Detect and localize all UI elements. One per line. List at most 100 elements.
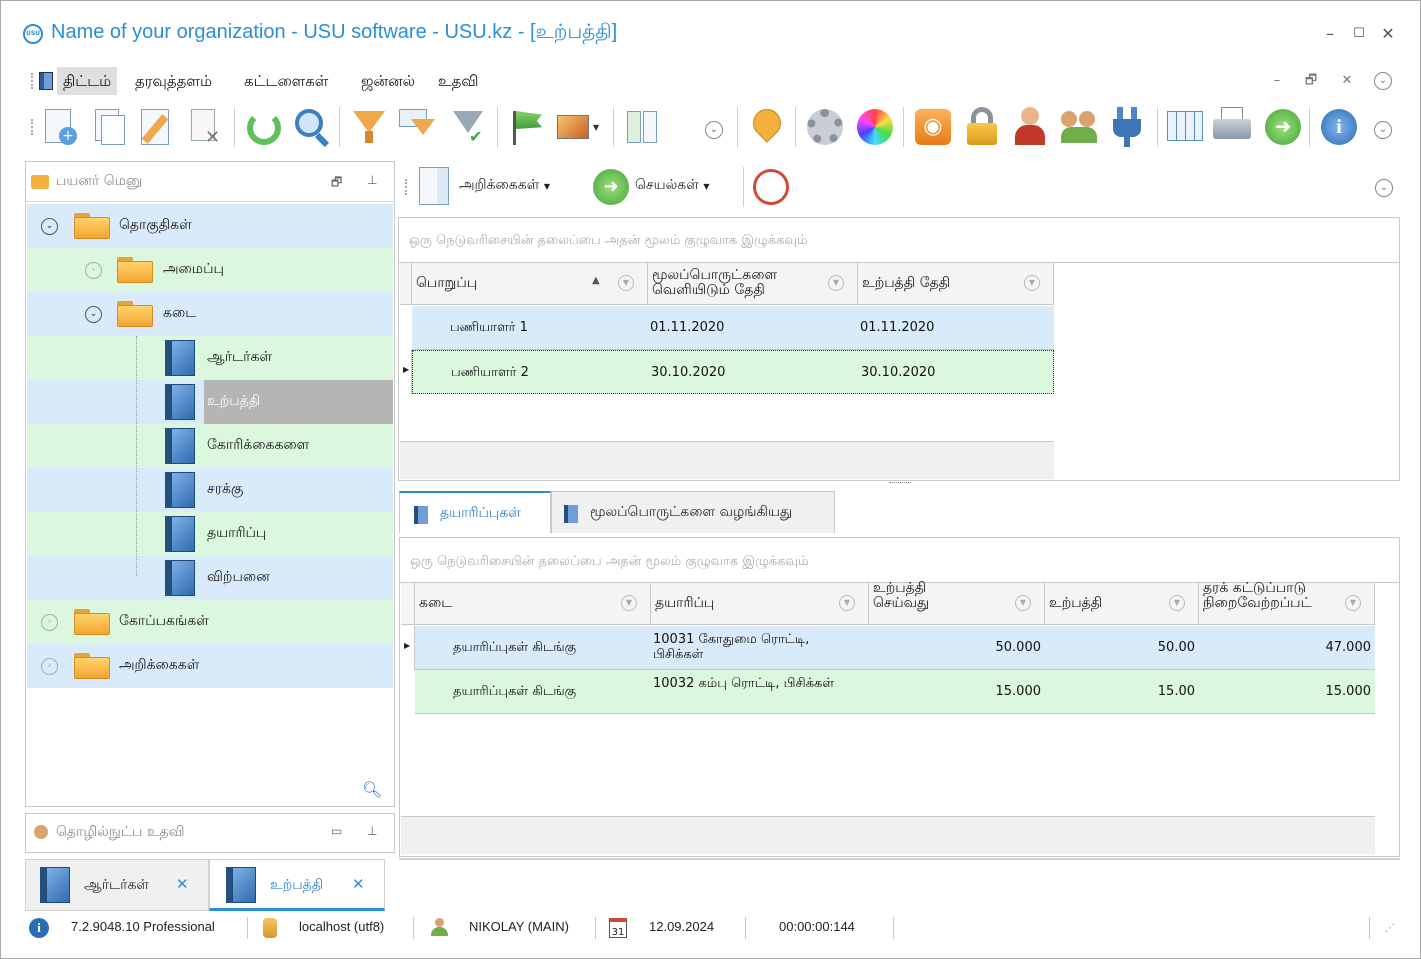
minimize-button[interactable]: – <box>1319 23 1341 45</box>
column-header-quality-control[interactable]: தரக் கட்டுப்பாடு நிறைவேற்றப்பட் ▼ <box>1199 581 1375 625</box>
add-record-button[interactable]: + <box>39 105 85 151</box>
filter-by-cell-button[interactable] <box>397 105 443 151</box>
filter-icon[interactable]: ▼ <box>1345 595 1361 611</box>
pin-icon[interactable]: ⊥ <box>367 173 377 187</box>
menu-commands[interactable]: கட்டளைகள் <box>238 67 334 95</box>
users-button[interactable] <box>1059 105 1105 151</box>
maximize-button[interactable]: ☐ <box>1348 23 1370 45</box>
expand-icon[interactable]: › <box>41 658 58 675</box>
toolbar-overflow-icon-2[interactable]: ⌄ <box>1374 121 1392 139</box>
restore-pane-icon[interactable]: ▭ <box>331 824 342 838</box>
image-button[interactable]: ▼ <box>553 105 599 151</box>
search-icon[interactable]: 🔍︎ <box>362 780 382 799</box>
table-row[interactable]: பணியாளர் 1 01.11.2020 01.11.2020 <box>412 306 1054 350</box>
column-header-shop[interactable]: கடை ▼ <box>415 583 651 625</box>
menu-database[interactable]: தரவுத்தளம் <box>129 67 218 95</box>
tree-item-directories[interactable]: › கோப்பகங்கள் <box>27 600 393 644</box>
go-button[interactable]: ➜ <box>1261 105 1307 151</box>
tree-item-modules[interactable]: ⌄ தொகுதிகள் <box>27 204 393 248</box>
info-button[interactable]: i <box>1317 105 1363 151</box>
location-button[interactable] <box>745 103 791 151</box>
doc-tab-production[interactable]: உற்பத்தி ✕ <box>209 859 385 911</box>
tree-label: ஆர்டர்கள் <box>207 349 273 365</box>
color-button[interactable] <box>853 105 899 151</box>
table-button[interactable] <box>1163 105 1209 151</box>
rss-button[interactable]: ◉ <box>911 105 957 151</box>
collapse-icon[interactable]: ⌄ <box>85 306 102 323</box>
plugin-button[interactable] <box>1107 105 1153 151</box>
clear-filter-button[interactable]: ✔ <box>447 105 493 151</box>
filter-icon[interactable]: ▼ <box>621 595 637 611</box>
dropdown-arrow-icon[interactable]: ▼ <box>593 123 599 132</box>
column-header-produced[interactable]: உற்பத்தி ▼ <box>1045 583 1199 625</box>
filter-icon[interactable]: ▼ <box>1024 275 1040 291</box>
menu-window[interactable]: ஜன்னல் <box>355 67 421 95</box>
delete-record-button[interactable]: ✕ <box>183 105 229 151</box>
clock-icon[interactable] <box>753 169 789 205</box>
collapse-icon[interactable]: ⌄ <box>41 218 58 235</box>
expand-icon[interactable]: › <box>41 614 58 631</box>
tree-item-settings[interactable]: › அமைப்பு <box>27 248 393 292</box>
column-header-production-date[interactable]: உற்பத்தி தேதி ▼ <box>858 263 1054 305</box>
menu-grip[interactable] <box>31 73 33 89</box>
mark-button[interactable] <box>505 105 551 151</box>
splitter-handle[interactable] <box>889 482 911 486</box>
tree-item-production[interactable]: உற்பத்தி <box>27 380 393 424</box>
tree-item-requests[interactable]: கோரிக்கைகளை <box>27 424 393 468</box>
expand-icon[interactable]: › <box>85 262 102 279</box>
user-key-button[interactable] <box>1011 105 1057 151</box>
mdi-minimize-button[interactable]: – <box>1267 71 1287 91</box>
edit-record-button[interactable] <box>135 105 181 151</box>
toolbar-overflow-icon-3[interactable]: ⌄ <box>1375 179 1393 197</box>
menu-help[interactable]: உதவி <box>432 67 484 95</box>
filter-icon[interactable]: ▼ <box>1015 595 1031 611</box>
tech-support-pane[interactable]: தொழில்நுட்ப உதவி ▭ ⊥ <box>25 813 395 853</box>
doc-tab-orders[interactable]: ஆர்டர்கள் ✕ <box>25 859 209 911</box>
settings-button[interactable] <box>803 105 849 151</box>
plug-cord-icon <box>1124 137 1130 147</box>
tree-item-sales[interactable]: விற்பனை <box>27 556 393 600</box>
table-row[interactable]: தயாரிப்புகள் கிடங்கு 10031 கோதுமை ரொட்டி… <box>415 626 1375 670</box>
tree-item-shop[interactable]: ⌄ கடை <box>27 292 393 336</box>
column-header-release-date[interactable]: மூலப்பொருட்களை வெளியிடும் தேதி ▼ <box>648 263 858 305</box>
column-header-product[interactable]: தயாரிப்பு ▼ <box>651 583 869 625</box>
menu-overflow-icon[interactable]: ⌄ <box>1374 72 1392 90</box>
filter-button[interactable] <box>347 105 393 151</box>
close-tab-icon[interactable]: ✕ <box>176 875 189 893</box>
column-header-responsible[interactable]: பொறுப்பு ▲ ▼ <box>412 263 648 305</box>
tab-raw-materials[interactable]: மூலப்பொருட்களை வழங்கியது <box>551 491 835 533</box>
table-row[interactable]: தயாரிப்புகள் கிடங்கு 10032 கம்பு ரொட்டி,… <box>415 670 1375 714</box>
mdi-close-button[interactable]: ✕ <box>1337 71 1357 91</box>
columns-button[interactable] <box>621 105 667 151</box>
close-button[interactable]: ✕ <box>1377 23 1399 45</box>
mdi-restore-button[interactable]: 🗗 <box>1301 71 1321 91</box>
user-text: NIKOLAY (MAIN) <box>469 919 569 934</box>
filter-icon[interactable]: ▼ <box>618 275 634 291</box>
toolbar-grip[interactable] <box>31 119 33 135</box>
close-tab-icon[interactable]: ✕ <box>352 875 365 893</box>
funnel-small-icon <box>411 119 435 135</box>
actions-menu-button[interactable]: செயல்கள் ▼ <box>635 177 709 195</box>
lock-button[interactable] <box>961 105 1007 151</box>
filter-icon[interactable]: ▼ <box>839 595 855 611</box>
float-pane-icon[interactable]: 🗗 <box>331 173 342 194</box>
toolbar-overflow-icon[interactable]: ⌄ <box>705 121 723 139</box>
tree-item-product[interactable]: தயாரிப்பு <box>27 512 393 556</box>
tree-item-reports[interactable]: › அறிக்கைகள் <box>27 644 393 688</box>
menu-plan[interactable]: திட்டம் <box>57 67 118 95</box>
tab-products[interactable]: தயாரிப்புகள் <box>399 491 551 533</box>
tree-item-inventory[interactable]: சரக்கு <box>27 468 393 512</box>
search-button[interactable] <box>289 105 335 151</box>
toolbar-grip[interactable] <box>405 179 407 195</box>
reports-menu-button[interactable]: அறிக்கைகள் ▼ <box>459 177 550 195</box>
resize-grip-icon[interactable]: ⋰ <box>1385 923 1395 934</box>
table-row-selected[interactable]: பணியாளர் 2 30.10.2020 30.10.2020 <box>412 350 1054 394</box>
refresh-button[interactable] <box>241 105 287 151</box>
tree-item-orders[interactable]: ஆர்டர்கள் <box>27 336 393 380</box>
filter-icon[interactable]: ▼ <box>828 275 844 291</box>
print-button[interactable] <box>1211 105 1257 151</box>
copy-record-button[interactable] <box>87 105 133 151</box>
filter-icon[interactable]: ▼ <box>1169 595 1185 611</box>
column-header-to-produce[interactable]: உற்பத்தி செய்வது ▼ <box>869 581 1045 625</box>
pin-icon[interactable]: ⊥ <box>367 824 377 838</box>
